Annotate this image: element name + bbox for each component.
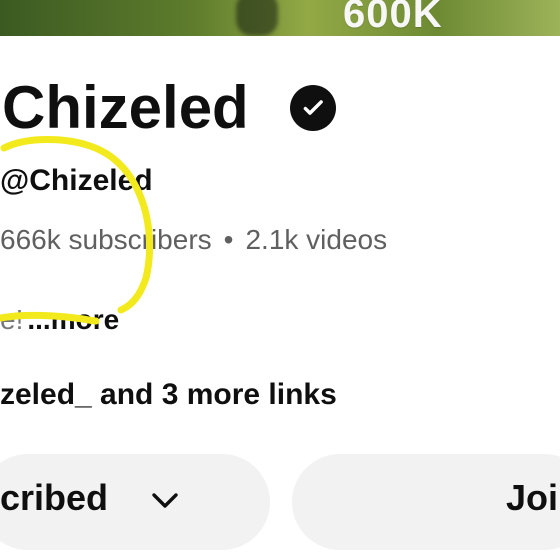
banner-overlay-text: 600K <box>343 0 443 36</box>
channel-links[interactable]: zeled_ and 3 more links <box>0 380 337 410</box>
channel-name: Chizeled <box>2 74 249 141</box>
join-label: Joi <box>506 477 559 518</box>
subscribed-button[interactable]: cribed <box>0 454 270 550</box>
join-button[interactable]: Joi <box>292 454 560 550</box>
channel-handle: @Chizeled <box>0 164 153 197</box>
channel-banner: 600K <box>0 0 560 36</box>
more-description-link[interactable]: ...more <box>27 304 119 335</box>
chevron-down-icon <box>152 493 178 508</box>
subscriber-count: 666k subscribers <box>0 224 212 255</box>
verified-check-icon <box>290 85 336 131</box>
description-preview: e! ...more <box>0 306 119 334</box>
meta-separator: • <box>223 224 234 255</box>
subscribed-label: cribed <box>0 477 109 518</box>
description-prefix: e! <box>0 304 24 335</box>
video-count: 2.1k videos <box>245 224 388 255</box>
channel-header-screen: 600K Chizeled @Chizeled 666k subscribers… <box>0 0 560 560</box>
channel-stats: 666k subscribers • 2.1k videos <box>0 226 387 254</box>
